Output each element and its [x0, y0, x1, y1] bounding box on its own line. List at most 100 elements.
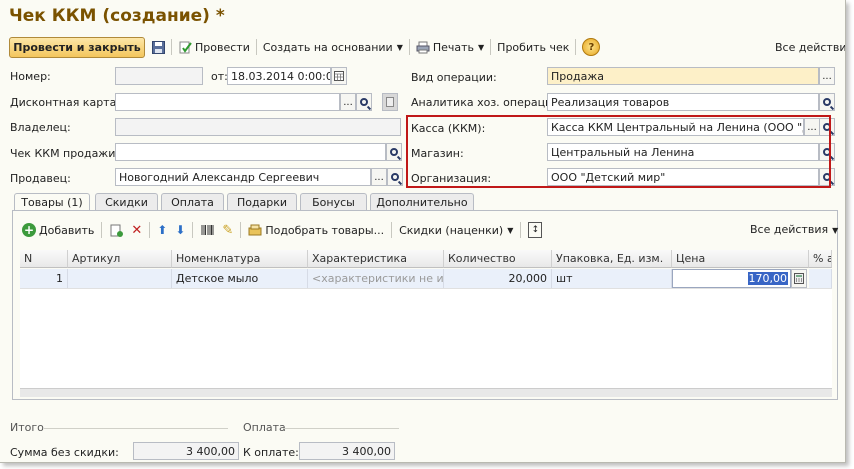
- table-cell-unit[interactable]: шт: [552, 269, 672, 288]
- document-window: Чек ККМ (создание) * Провести и закрыть …: [0, 0, 846, 463]
- add-icon: +: [22, 223, 36, 237]
- grid-toolbar: + Добавить ✕ ⬆ ⬇ ✎ Подобрать товары... С…: [22, 220, 543, 240]
- sum-no-discount-field: 3 400,00: [133, 442, 239, 460]
- toolbar-separator: [575, 39, 577, 55]
- column-header-nomenclature[interactable]: Номенклатура: [172, 250, 308, 268]
- move-down-icon[interactable]: ⬇: [175, 223, 185, 237]
- post-icon: [178, 40, 192, 54]
- barcode-icon[interactable]: [200, 223, 214, 237]
- brush-icon[interactable]: ✎: [222, 223, 233, 238]
- column-header-percent[interactable]: % а: [809, 250, 832, 268]
- toolbar: Провести Создать на основании ▼ Печать ▼…: [151, 37, 601, 57]
- sale-receipt-label: Чек ККМ продажи:: [10, 147, 120, 160]
- column-header-n[interactable]: N: [20, 250, 68, 268]
- post-and-close-button[interactable]: Провести и закрыть: [9, 37, 145, 58]
- tab-goods[interactable]: Товары (1): [14, 193, 90, 211]
- table-cell-characteristic[interactable]: <характеристики не ис...: [308, 269, 444, 288]
- analytics-field[interactable]: Реализация товаров: [547, 93, 819, 111]
- sale-receipt-field[interactable]: [115, 143, 386, 161]
- toolbar-separator: [149, 222, 151, 238]
- toolbar-separator: [192, 222, 194, 238]
- to-pay-label: К оплате:: [243, 446, 299, 459]
- grid-all-actions-menu[interactable]: Все действия ▼: [750, 223, 838, 236]
- post-button[interactable]: Провести: [195, 41, 250, 54]
- dropdown-arrow-icon: ▼: [507, 225, 514, 235]
- select-button[interactable]: ...: [819, 67, 835, 85]
- search-icon[interactable]: [819, 93, 835, 111]
- all-actions-menu[interactable]: Все действия: [775, 41, 845, 54]
- column-header-article[interactable]: Артикул: [68, 250, 172, 268]
- column-header-price[interactable]: Цена: [672, 250, 809, 268]
- table-cell-quantity[interactable]: 20,000: [444, 269, 552, 288]
- card-icon[interactable]: [382, 93, 398, 111]
- group-divider: [283, 428, 399, 429]
- column-header-quantity[interactable]: Количество: [444, 250, 552, 268]
- print-button[interactable]: Печать: [433, 41, 474, 54]
- delete-icon[interactable]: ✕: [131, 223, 142, 238]
- toolbar-separator: [490, 39, 492, 55]
- date-from-label: от:: [211, 70, 228, 83]
- owner-label: Владелец:: [10, 121, 71, 134]
- create-based-on-button[interactable]: Создать на основании: [263, 41, 393, 54]
- calculator-icon[interactable]: [791, 269, 807, 288]
- toolbar-separator: [520, 222, 522, 238]
- discounts-markup-button[interactable]: Скидки (наценки): [399, 224, 503, 237]
- toolbar-separator: [171, 39, 172, 55]
- sum-no-discount-label: Сумма без скидки:: [10, 446, 119, 459]
- tab-additional[interactable]: Дополнительно: [370, 193, 474, 210]
- number-field[interactable]: [115, 67, 203, 85]
- search-icon[interactable]: [387, 168, 403, 186]
- column-header-characteristic[interactable]: Характеристика: [308, 250, 444, 268]
- toolbar-separator: [255, 39, 257, 55]
- table-empty-area[interactable]: [20, 288, 832, 389]
- totals-group-label: Итого: [10, 421, 44, 434]
- column-header-package-unit[interactable]: Упаковка, Ед. изм.: [552, 250, 672, 268]
- row-height-icon[interactable]: ↕: [528, 222, 543, 238]
- dropdown-arrow-icon: ▼: [396, 42, 403, 52]
- dropdown-arrow-icon: ▼: [478, 42, 485, 52]
- seller-field[interactable]: Новогодний Александр Сергеевич: [115, 168, 371, 186]
- add-button[interactable]: Добавить: [39, 224, 94, 237]
- move-up-icon[interactable]: ⬆: [157, 223, 167, 237]
- horizontal-scrollbar[interactable]: [20, 388, 832, 397]
- select-button[interactable]: ...: [340, 93, 356, 111]
- price-input[interactable]: 170,00: [672, 269, 791, 288]
- table-cell-article[interactable]: [68, 269, 172, 288]
- toolbar-separator: [101, 222, 103, 238]
- date-field[interactable]: 18.03.2014 0:00:00: [227, 67, 331, 85]
- tab-gifts[interactable]: Подарки: [227, 193, 297, 210]
- owner-field[interactable]: [115, 118, 401, 136]
- toolbar-separator: [240, 222, 242, 238]
- printer-icon: [416, 40, 430, 54]
- toolbar-separator: [391, 222, 393, 238]
- search-icon[interactable]: [386, 143, 402, 161]
- tab-bonuses[interactable]: Бонусы: [300, 193, 367, 210]
- pick-goods-button[interactable]: Подобрать товары...: [265, 224, 384, 237]
- payment-group-label: Оплата: [243, 421, 286, 434]
- help-icon[interactable]: ?: [582, 38, 601, 56]
- to-pay-field: 3 400,00: [299, 442, 395, 460]
- number-label: Номер:: [10, 70, 51, 83]
- calendar-icon[interactable]: [331, 67, 347, 85]
- table-cell-percent[interactable]: [809, 269, 832, 288]
- pick-goods-icon: [248, 223, 262, 237]
- save-icon[interactable]: [151, 40, 165, 54]
- table-cell-nomenclature[interactable]: Детское мыло: [172, 269, 308, 288]
- copy-icon[interactable]: [109, 223, 123, 237]
- tab-discounts[interactable]: Скидки: [95, 193, 158, 210]
- analytics-label: Аналитика хоз. операции:: [411, 96, 564, 109]
- operation-type-label: Вид операции:: [411, 71, 497, 84]
- window-title: Чек ККМ (создание) *: [9, 6, 225, 26]
- tab-payment[interactable]: Оплата: [161, 193, 224, 210]
- search-icon[interactable]: [356, 93, 372, 111]
- table-cell-n[interactable]: 1: [20, 269, 68, 288]
- discount-card-label: Дисконтная карта:: [10, 96, 121, 109]
- operation-type-field[interactable]: Продажа: [547, 67, 819, 85]
- toolbar-separator: [408, 39, 410, 55]
- group-divider: [44, 428, 228, 429]
- punch-receipt-button[interactable]: Пробить чек: [497, 41, 569, 54]
- highlight-frame: [406, 115, 831, 188]
- seller-label: Продавец:: [10, 172, 71, 185]
- discount-card-field[interactable]: [115, 93, 340, 111]
- select-button[interactable]: ...: [371, 168, 387, 186]
